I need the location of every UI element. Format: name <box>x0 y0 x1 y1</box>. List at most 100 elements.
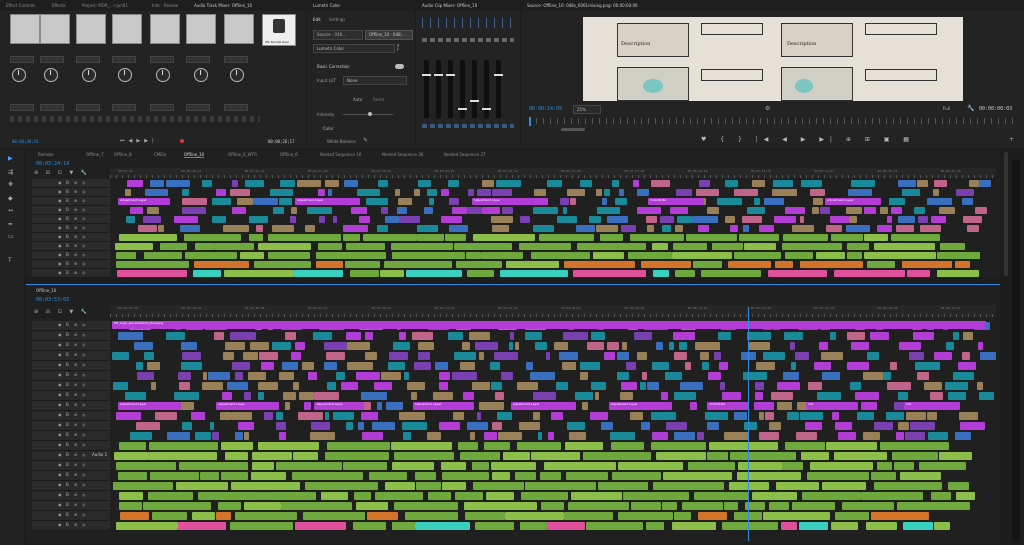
timeline-clip[interactable] <box>708 442 778 450</box>
track-toggle-icon[interactable]: ⊕ <box>74 180 77 186</box>
timeline-clip[interactable] <box>547 432 555 440</box>
timeline-clip[interactable] <box>117 472 148 480</box>
track-toggle-icon[interactable]: B <box>66 492 69 498</box>
timeline-clip[interactable] <box>755 362 776 370</box>
timeline-clip[interactable] <box>417 225 439 232</box>
track-toggle-icon[interactable]: ◉ <box>58 322 62 328</box>
timeline-clip[interactable] <box>226 382 248 390</box>
timeline-clip[interactable] <box>283 392 296 400</box>
timeline-clip[interactable] <box>150 180 165 187</box>
timeline-clip[interactable] <box>292 382 299 390</box>
timeline-clip[interactable] <box>414 362 432 370</box>
timeline-clip[interactable] <box>292 452 318 460</box>
timeline-clip[interactable] <box>769 422 782 430</box>
track-toggle-icon[interactable]: ◉ <box>58 243 62 249</box>
track-header[interactable]: ◉ B ⊕ ◎ <box>32 233 110 242</box>
timeline-clip[interactable] <box>357 189 380 196</box>
timeline-clip[interactable] <box>952 332 960 340</box>
timeline-clip[interactable] <box>253 198 279 205</box>
timeline-clip[interactable] <box>428 492 452 500</box>
timeline-clip[interactable]: Adjustment Layer <box>294 198 360 205</box>
timeline-clip[interactable] <box>893 462 915 470</box>
seq-tab-1[interactable]: Remote <box>38 152 53 157</box>
timeline-clip[interactable] <box>391 442 453 450</box>
timeline-clip[interactable] <box>361 392 388 400</box>
timeline-clip[interactable] <box>591 382 607 390</box>
timeline-clip[interactable] <box>533 392 556 400</box>
timeline-clip[interactable] <box>845 225 870 232</box>
timeline-clip[interactable] <box>616 372 630 380</box>
timeline-clip[interactable] <box>734 189 759 196</box>
timeline-clip[interactable] <box>115 261 189 268</box>
track-toggle-icon[interactable]: ◎ <box>82 502 86 508</box>
timeline-clip[interactable] <box>583 452 652 460</box>
fader-4[interactable] <box>458 108 467 110</box>
timeline-clip[interactable] <box>955 432 972 440</box>
type-tool-icon[interactable]: T <box>8 258 12 264</box>
auto-button[interactable]: Auto <box>345 96 367 103</box>
timeline-clip[interactable] <box>449 198 459 205</box>
timeline-clip[interactable] <box>739 234 780 241</box>
timeline-clip[interactable] <box>491 216 513 223</box>
timeline-clip[interactable] <box>846 362 869 370</box>
timeline-clip[interactable] <box>324 362 337 370</box>
timeline-clip[interactable] <box>774 261 793 268</box>
track-toggle-icon[interactable]: ◉ <box>58 492 62 498</box>
input-lut-dropdown[interactable]: None <box>343 76 407 85</box>
track-toggle-icon[interactable]: B <box>66 243 69 249</box>
timeline-clip[interactable] <box>279 198 292 205</box>
track-toggle-icon[interactable]: ⊕ <box>74 198 77 204</box>
timeline-clip[interactable] <box>737 462 782 470</box>
track-toggle-icon[interactable]: ⊕ <box>74 472 77 478</box>
timeline-clip[interactable] <box>897 180 916 187</box>
timeline-clip[interactable] <box>144 189 169 196</box>
timeline-clip[interactable] <box>772 180 793 187</box>
timeline-clip[interactable] <box>212 198 231 205</box>
timeline-clip[interactable] <box>441 216 463 223</box>
timeline-clip[interactable] <box>344 261 380 268</box>
seq-tab-4[interactable]: CMEle <box>154 152 166 157</box>
fader-3[interactable] <box>446 74 455 76</box>
timeline-clip[interactable] <box>781 243 842 250</box>
track-toggle-icon[interactable]: B <box>66 189 69 195</box>
timeline-clip[interactable] <box>397 207 407 214</box>
timeline-clip[interactable] <box>877 225 892 232</box>
timeline-clip[interactable] <box>539 234 594 241</box>
target-selector[interactable]: Offline_10 · 048... <box>365 30 413 40</box>
timeline-clip[interactable] <box>754 392 763 400</box>
timeline-clip[interactable] <box>933 189 939 196</box>
timeline-clip[interactable] <box>272 342 292 350</box>
track-toggle-icon[interactable]: ◎ <box>82 352 86 358</box>
timeline-clip[interactable] <box>143 352 154 360</box>
timeline-clip[interactable] <box>568 432 587 440</box>
timeline-clip[interactable] <box>298 412 324 420</box>
timeline-clip[interactable] <box>926 412 938 420</box>
track-toggle-icon[interactable]: ⊕ <box>74 270 77 276</box>
intensity-slider[interactable] <box>343 112 393 116</box>
timeline-clip[interactable] <box>482 180 494 187</box>
timeline-clip[interactable] <box>561 362 576 370</box>
track-toggle-icon[interactable]: B <box>66 207 69 213</box>
timeline-clip[interactable] <box>234 372 244 380</box>
timeline-clip[interactable] <box>417 342 435 350</box>
timeline-clip[interactable] <box>674 512 692 520</box>
timeline-clip[interactable] <box>640 382 646 390</box>
timeline-clip[interactable] <box>448 332 464 340</box>
timeline-clip[interactable] <box>646 522 665 530</box>
timeline-clip[interactable] <box>674 392 696 400</box>
timeline-clip[interactable] <box>410 392 418 400</box>
tab-settings[interactable]: Settings <box>329 17 345 22</box>
track-toggle-icon[interactable]: ⊕ <box>74 432 77 438</box>
timeline-clip[interactable] <box>830 332 836 340</box>
timeline-clip[interactable] <box>902 522 933 530</box>
timeline-clip[interactable] <box>529 372 556 380</box>
timeline-clip[interactable] <box>937 270 979 277</box>
timeline-clip[interactable] <box>867 261 895 268</box>
timeline-clip[interactable] <box>231 362 250 370</box>
timeline-clip[interactable] <box>706 207 719 214</box>
timeline-clip[interactable] <box>821 372 840 380</box>
timeline-clip[interactable] <box>526 362 533 370</box>
track-toggle-icon[interactable]: ◎ <box>82 252 86 258</box>
timeline-clip[interactable] <box>294 270 343 277</box>
timeline-clip[interactable] <box>237 422 254 430</box>
